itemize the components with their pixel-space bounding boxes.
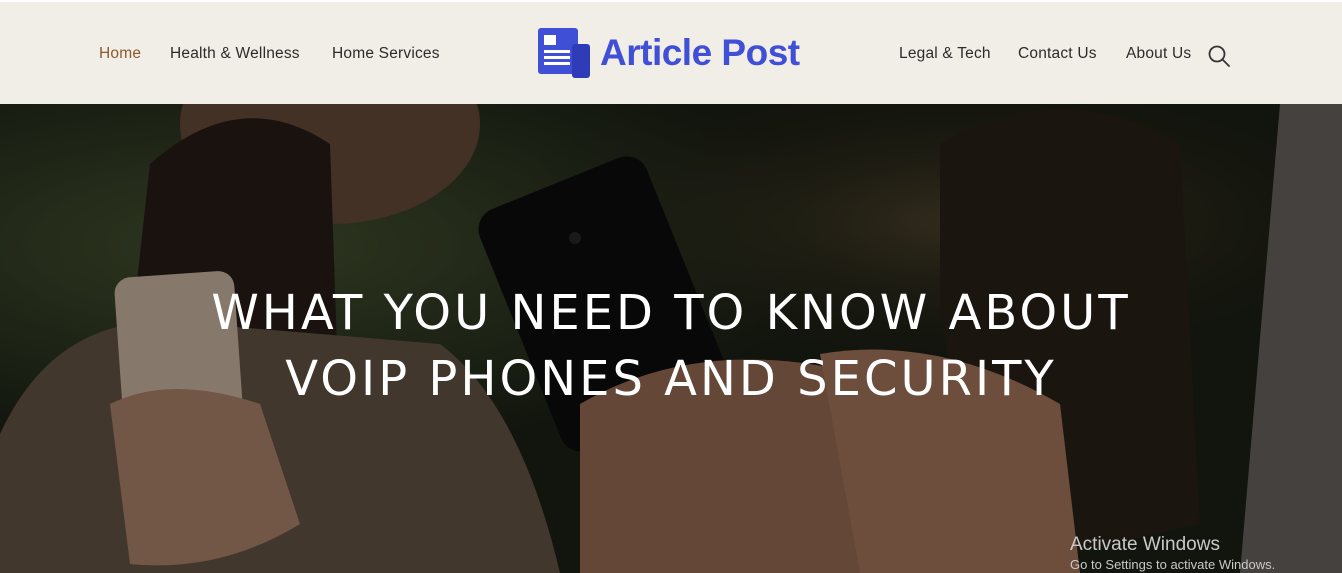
newspaper-icon: [538, 28, 590, 78]
search-icon[interactable]: [1207, 44, 1231, 68]
hero-title: WHAT YOU NEED TO KNOW ABOUT VOIP PHONES …: [100, 280, 1242, 412]
hero-banner: WHAT YOU NEED TO KNOW ABOUT VOIP PHONES …: [0, 104, 1342, 573]
nav-legal-tech[interactable]: Legal & Tech: [899, 45, 991, 63]
site-header: Home Health & Wellness Home Services Art…: [0, 2, 1342, 104]
windows-activation-watermark: Activate Windows Go to Settings to activ…: [1070, 534, 1275, 573]
watermark-line2: Go to Settings to activate Windows.: [1070, 557, 1276, 572]
hero-title-line1: WHAT YOU NEED TO KNOW ABOUT: [211, 285, 1131, 341]
site-logo[interactable]: Article Post: [536, 26, 816, 84]
nav-home[interactable]: Home: [99, 45, 141, 63]
hero-title-line2: VOIP PHONES AND SECURITY: [285, 351, 1057, 407]
watermark-line1: Activate Windows: [1070, 534, 1220, 555]
nav-home-services[interactable]: Home Services: [332, 45, 440, 63]
nav-about-us[interactable]: About Us: [1126, 45, 1191, 63]
nav-contact-us[interactable]: Contact Us: [1018, 45, 1097, 63]
logo-text: Article Post: [600, 32, 800, 73]
nav-health-wellness[interactable]: Health & Wellness: [170, 45, 300, 63]
